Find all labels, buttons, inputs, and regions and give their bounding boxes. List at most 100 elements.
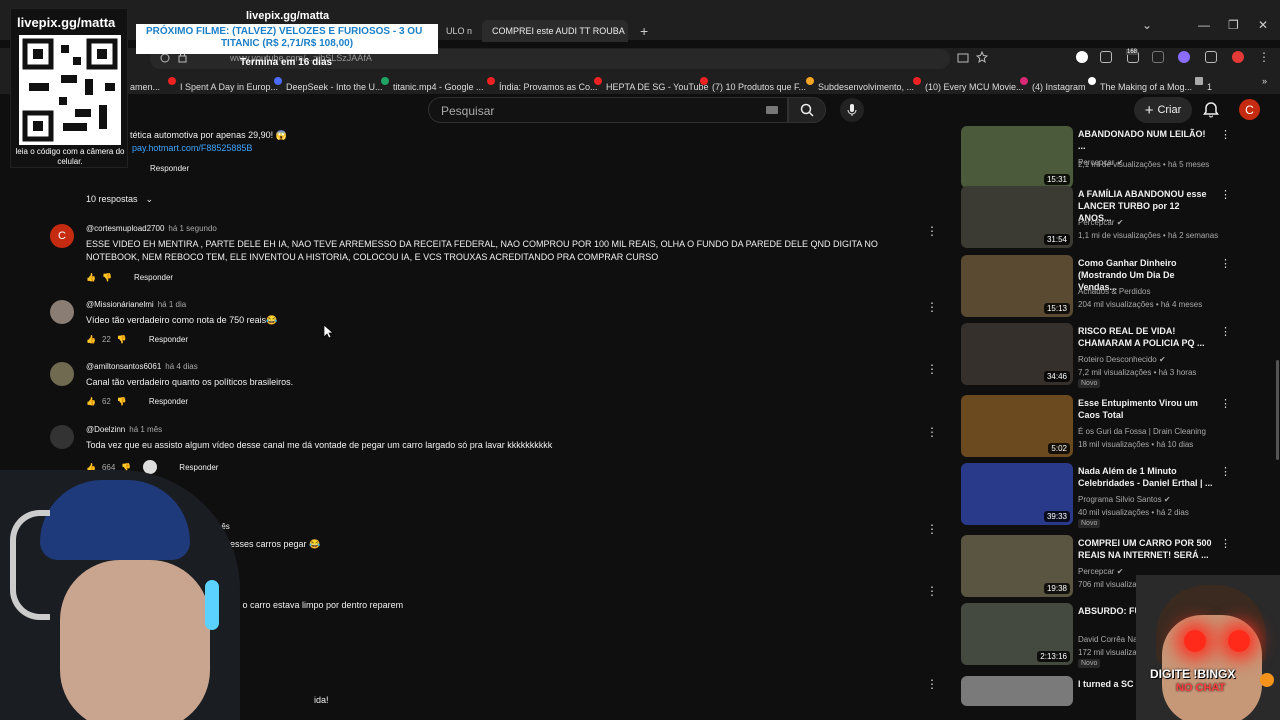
video-channel[interactable]: Percepcar ✔ [1078, 218, 1123, 227]
search-button[interactable] [788, 97, 826, 123]
browser-tab-active[interactable]: COMPREI este AUDI TT ROUBA✕ [482, 20, 628, 42]
related-video-item[interactable]: 39:33 Nada Além de 1 Minuto Celebridades… [961, 463, 1261, 528]
voice-search-button[interactable] [840, 98, 864, 122]
browser-menu-icon[interactable]: ⋮ [1258, 50, 1270, 64]
bookmark-item[interactable]: The Making of a Mog... [1088, 76, 1192, 92]
avatar[interactable]: C [50, 224, 74, 248]
comment-author[interactable]: @Missionárianelmi há 1 dia [86, 300, 186, 309]
bookmark-item[interactable]: Subdesenvolvimento, ... [806, 76, 914, 92]
video-menu-icon[interactable]: ⋮ [1220, 257, 1231, 270]
video-thumbnail[interactable]: 15:31 [961, 126, 1073, 188]
video-title[interactable]: ABANDONADO NUM LEILÃO! ... [1078, 128, 1213, 152]
video-menu-icon[interactable]: ⋮ [1220, 465, 1231, 478]
bookmark-item[interactable]: (10) Every MCU Movie... [913, 76, 1024, 92]
create-button[interactable]: + Criar [1134, 97, 1192, 123]
bookmark-item[interactable]: DeepSeek - Into the U... [274, 76, 383, 92]
bookmark-item[interactable]: titanic.mp4 - Google ... [381, 76, 484, 92]
more-bookmarks-icon[interactable]: » [1262, 76, 1267, 86]
extension-icon[interactable] [1205, 51, 1217, 63]
close-window-icon[interactable]: ✕ [1258, 18, 1268, 32]
reply-button[interactable]: Responder [150, 164, 189, 173]
extension-icon[interactable] [1178, 51, 1190, 63]
maximize-icon[interactable]: ❐ [1228, 18, 1239, 32]
video-thumbnail[interactable]: 5:02 [961, 395, 1073, 457]
comment-time[interactable]: há 4 dias [165, 362, 197, 371]
comment-time[interactable]: há 1 segundo [168, 224, 217, 233]
comment-menu-icon[interactable]: ⋮ [926, 362, 938, 376]
video-thumbnail[interactable]: 15:13 [961, 255, 1073, 317]
video-channel[interactable]: Roteiro Desconhecido ✔ [1078, 355, 1166, 364]
video-menu-icon[interactable]: ⋮ [1220, 128, 1231, 141]
comment-time[interactable]: há 1 dia [158, 300, 186, 309]
comment-author[interactable]: @cortesmupload2700 há 1 segundo [86, 224, 217, 233]
comment-menu-icon[interactable]: ⋮ [926, 425, 938, 439]
related-video-item[interactable]: 5:02 Esse Entupimento Virou um Caos Tota… [961, 395, 1261, 459]
like-icon[interactable]: 👍 [86, 397, 96, 406]
video-title[interactable]: Esse Entupimento Virou um Caos Total [1078, 397, 1213, 421]
video-menu-icon[interactable]: ⋮ [1220, 188, 1231, 201]
video-menu-icon[interactable]: ⋮ [1220, 537, 1231, 550]
reply-button[interactable]: Responder [179, 463, 218, 472]
bookmark-item[interactable]: Índia: Provamos as Co... [487, 76, 598, 92]
comment-author[interactable]: @amiltonsantos6061 há 4 dias [86, 362, 198, 371]
site-info-icon[interactable] [160, 53, 170, 63]
video-title[interactable]: RISCO REAL DE VIDA! CHAMARAM A POLICIA P… [1078, 325, 1213, 349]
like-icon[interactable]: 👍 [86, 273, 96, 282]
dislike-icon[interactable]: 👎 [117, 397, 127, 406]
reply-button[interactable]: Responder [149, 397, 188, 406]
related-video-item[interactable]: 15:31 ABANDONADO NUM LEILÃO! ... Percepc… [961, 126, 1261, 190]
video-title[interactable]: Nada Além de 1 Minuto Celebridades - Dan… [1078, 465, 1213, 489]
bookmark-star-icon[interactable] [976, 51, 988, 63]
video-channel[interactable]: Achados & Perdidos [1078, 287, 1151, 296]
reply-button[interactable]: Responder [149, 335, 188, 344]
like-icon[interactable]: 👍 [86, 335, 96, 344]
dislike-icon[interactable]: 👎 [102, 273, 112, 282]
avatar[interactable] [50, 362, 74, 386]
comment-author[interactable]: @Doelzinn há 1 mês [86, 425, 162, 434]
tab-search-icon[interactable]: ⌄ [1142, 18, 1152, 32]
comment-menu-icon[interactable]: ⋮ [926, 522, 938, 536]
install-app-icon[interactable] [957, 52, 969, 64]
comment-menu-icon[interactable]: ⋮ [926, 584, 938, 598]
video-channel[interactable]: Programa Silvio Santos ✔ [1078, 495, 1171, 504]
video-channel[interactable]: Percepcar ✔ [1078, 567, 1123, 576]
related-video-item[interactable]: 31:54 A FAMÍLIA ABANDONOU esse LANCER TU… [961, 186, 1261, 250]
video-channel[interactable]: David Corrêa Na [1078, 635, 1138, 644]
comment-menu-icon[interactable]: ⋮ [926, 300, 938, 314]
video-thumbnail[interactable] [961, 676, 1073, 706]
bookmark-item[interactable]: (7) 10 Produtos que F... [700, 76, 806, 92]
extension-icon[interactable] [1232, 51, 1244, 63]
video-title[interactable]: COMPREI UM CARRO POR 500 REAIS NA INTERN… [1078, 537, 1213, 561]
bookmark-item[interactable]: I Spent A Day in Europ... [168, 76, 278, 92]
bookmark-item[interactable]: HEPTA DE SG - YouTube [594, 76, 709, 92]
related-video-item[interactable]: 34:46 RISCO REAL DE VIDA! CHAMARAM A POL… [961, 323, 1261, 388]
extension-icon[interactable] [1152, 51, 1164, 63]
video-channel[interactable]: É os Guri da Fossa | Drain Cleaning [1078, 427, 1206, 436]
scrollbar[interactable] [1276, 360, 1279, 460]
video-thumbnail[interactable]: 19:38 [961, 535, 1073, 597]
user-avatar[interactable]: C [1239, 99, 1260, 120]
browser-tab[interactable]: ULO n [440, 20, 478, 42]
comment-time[interactable]: há 1 mês [129, 425, 162, 434]
video-thumbnail[interactable]: 2:13:16 [961, 603, 1073, 665]
extension-icon[interactable] [1100, 51, 1112, 63]
minimize-icon[interactable]: — [1198, 18, 1210, 32]
comment-link[interactable]: pay.hotmart.com/F88525885B [132, 143, 252, 153]
bookmark-item[interactable]: (4) Instagram [1020, 76, 1086, 92]
replies-toggle[interactable]: 10 respostas ⌄ [86, 194, 153, 205]
dislike-icon[interactable]: 👎 [117, 335, 127, 344]
avatar[interactable] [50, 425, 74, 449]
search-input[interactable]: Pesquisar [428, 97, 788, 123]
video-thumbnail[interactable]: 34:46 [961, 323, 1073, 385]
related-video-item[interactable]: 15:13 Como Ganhar Dinheiro (Mostrando Um… [961, 255, 1261, 319]
bookmark-folder[interactable]: 1 [1195, 76, 1212, 92]
comment-menu-icon[interactable]: ⋮ [926, 224, 938, 238]
video-thumbnail[interactable]: 31:54 [961, 186, 1073, 248]
extension-icon[interactable] [1076, 51, 1088, 63]
reply-button[interactable]: Responder [134, 273, 173, 282]
keyboard-icon[interactable] [766, 106, 778, 114]
comment-menu-icon[interactable]: ⋮ [926, 677, 938, 691]
new-tab-icon[interactable]: + [634, 20, 654, 42]
video-menu-icon[interactable]: ⋮ [1220, 397, 1231, 410]
video-thumbnail[interactable]: 39:33 [961, 463, 1073, 525]
